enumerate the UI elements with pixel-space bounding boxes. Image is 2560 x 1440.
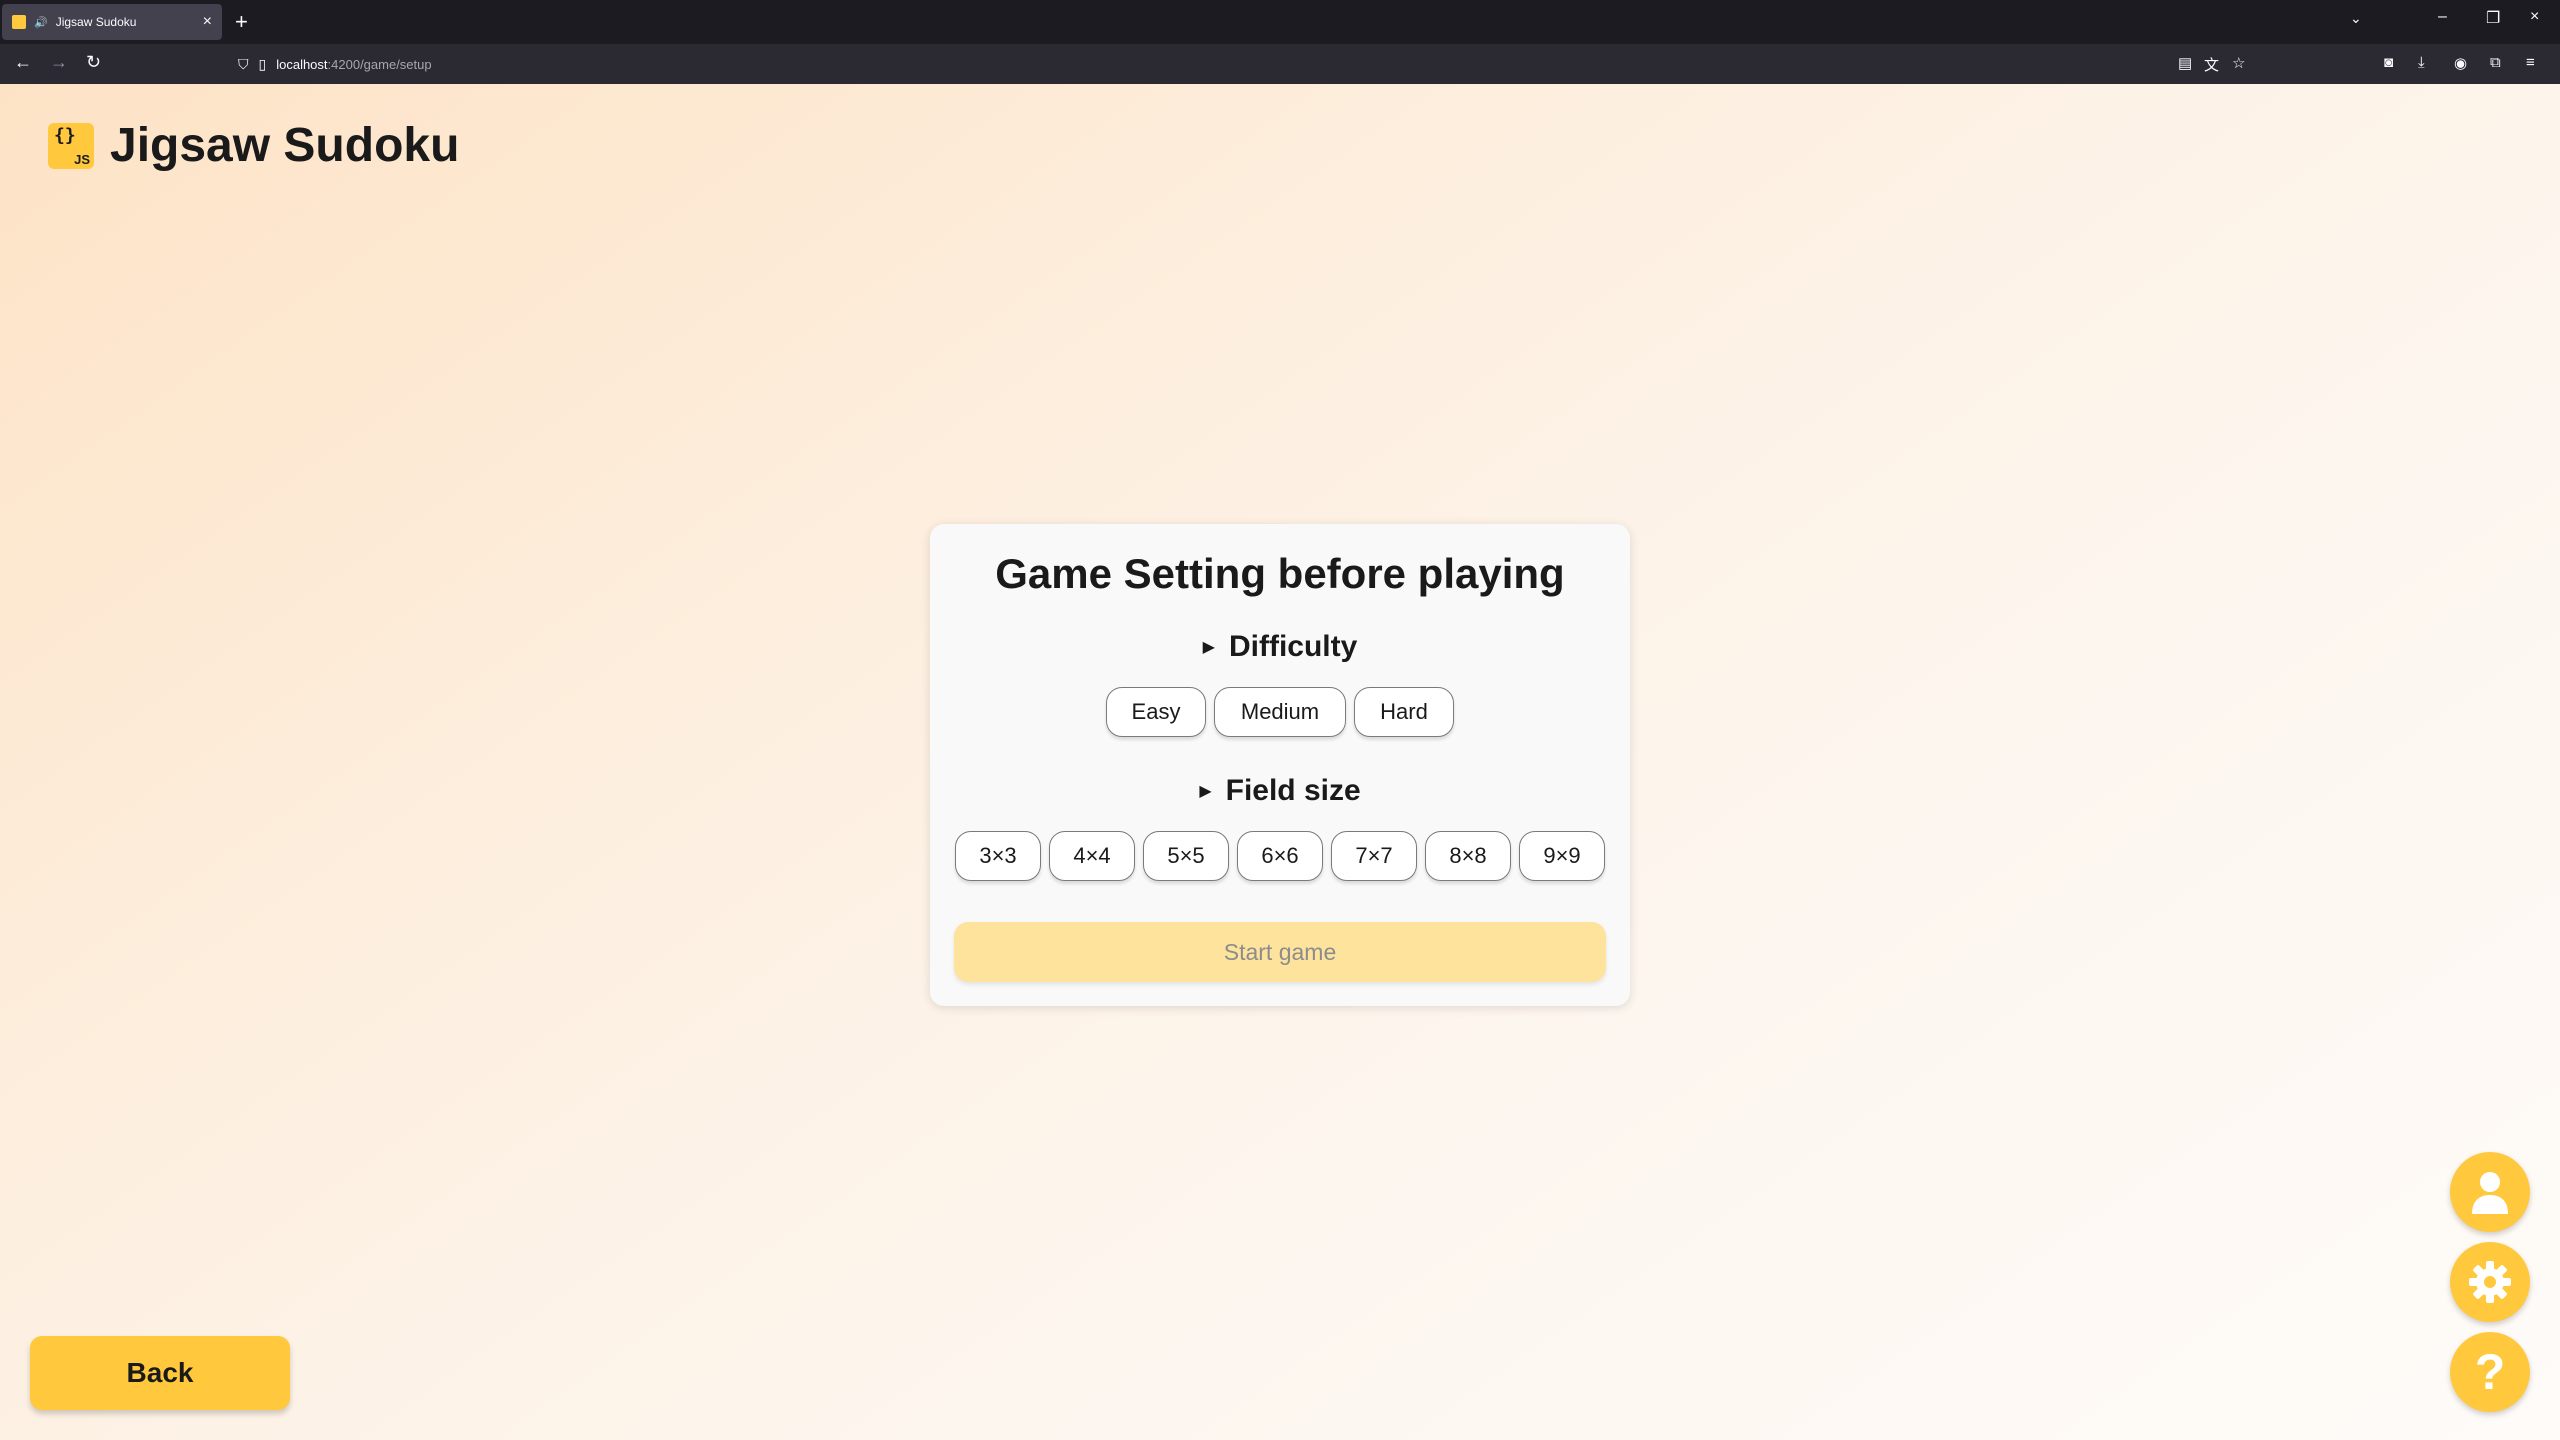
help-button[interactable]: ?: [2450, 1332, 2530, 1412]
page: {} JS Jigsaw Sudoku Game Setting before …: [0, 84, 2560, 1440]
chevron-down-icon[interactable]: ⌄: [2350, 10, 2362, 27]
minimize-icon[interactable]: –: [2438, 8, 2447, 26]
url-path: :4200/game/setup: [327, 56, 432, 72]
menu-icon[interactable]: ≡: [2526, 54, 2535, 71]
browser-tab[interactable]: 🔊 Jigsaw Sudoku ×: [2, 4, 222, 40]
difficulty-toggle[interactable]: ▶ Difficulty: [930, 630, 1630, 664]
speaker-icon[interactable]: 🔊: [34, 16, 48, 29]
user-icon: [2472, 1172, 2508, 1214]
logo-js: JS: [74, 151, 90, 167]
game-setup-card: Game Setting before playing ▶ Difficulty…: [930, 524, 1630, 1006]
url-bar[interactable]: ⛉ ▯ localhost:4200/game/setup: [232, 50, 2262, 78]
forward-arrow-icon[interactable]: →: [50, 52, 68, 73]
logo-braces: {}: [54, 124, 76, 146]
app-title: Jigsaw Sudoku: [110, 119, 460, 172]
pocket-icon[interactable]: ◙: [2384, 54, 2393, 71]
restore-icon[interactable]: ❐: [2486, 8, 2500, 28]
field-size-toggle[interactable]: ▶ Field size: [930, 774, 1630, 808]
new-tab-icon[interactable]: +: [235, 8, 248, 36]
shield-icon[interactable]: ⛉: [238, 56, 249, 73]
page-icon: ▯: [258, 55, 267, 72]
translate-icon[interactable]: 文: [2204, 54, 2219, 75]
gear-icon: [2469, 1261, 2511, 1303]
js-logo-icon: {} JS: [48, 122, 94, 169]
difficulty-medium-button[interactable]: Medium: [1214, 687, 1346, 737]
question-mark-icon: ?: [2474, 1344, 2506, 1400]
size-9x9-button[interactable]: 9×9: [1519, 831, 1605, 881]
extensions-icon[interactable]: ⧉: [2490, 54, 2501, 71]
size-3x3-button[interactable]: 3×3: [955, 831, 1041, 881]
start-game-button[interactable]: Start game: [954, 922, 1606, 982]
download-icon[interactable]: ⤓: [2418, 54, 2425, 71]
reload-icon[interactable]: ↻: [86, 52, 101, 73]
setup-heading: Game Setting before playing: [995, 550, 1565, 597]
brand[interactable]: {} JS Jigsaw Sudoku: [48, 118, 459, 173]
url-host: localhost: [276, 56, 328, 72]
field-size-label: Field size: [1225, 774, 1361, 807]
triangle-right-icon: ▶: [1199, 783, 1212, 800]
size-6x6-button[interactable]: 6×6: [1237, 831, 1323, 881]
size-8x8-button[interactable]: 8×8: [1425, 831, 1511, 881]
difficulty-options: Easy Medium Hard: [930, 687, 1630, 737]
settings-button[interactable]: [2450, 1242, 2530, 1322]
browser-tab-strip: 🔊 Jigsaw Sudoku × + ⌄ – ❐ ×: [0, 0, 2560, 44]
back-button[interactable]: Back: [30, 1336, 290, 1410]
reader-view-icon[interactable]: ▤: [2178, 54, 2192, 72]
url-text[interactable]: localhost:4200/game/setup: [276, 57, 431, 72]
size-5x5-button[interactable]: 5×5: [1143, 831, 1229, 881]
favicon-icon: [12, 15, 26, 29]
size-4x4-button[interactable]: 4×4: [1049, 831, 1135, 881]
profile-button[interactable]: [2450, 1152, 2530, 1232]
difficulty-label: Difficulty: [1228, 630, 1358, 663]
triangle-right-icon: ▶: [1202, 639, 1215, 656]
close-icon[interactable]: ×: [203, 13, 212, 31]
browser-nav-bar: ← → ↻ ⛉ ▯ localhost:4200/game/setup ▤ 文 …: [0, 44, 2560, 84]
back-arrow-icon[interactable]: ←: [14, 52, 32, 73]
account-icon[interactable]: ◉: [2454, 54, 2467, 72]
size-7x7-button[interactable]: 7×7: [1331, 831, 1417, 881]
difficulty-hard-button[interactable]: Hard: [1354, 687, 1454, 737]
bookmark-star-icon[interactable]: ☆: [2232, 54, 2245, 72]
difficulty-easy-button[interactable]: Easy: [1106, 687, 1206, 737]
window-close-icon[interactable]: ×: [2530, 8, 2539, 26]
field-size-options: 3×3 4×4 5×5 6×6 7×7 8×8 9×9: [930, 831, 1630, 881]
tab-title: Jigsaw Sudoku: [55, 15, 137, 29]
